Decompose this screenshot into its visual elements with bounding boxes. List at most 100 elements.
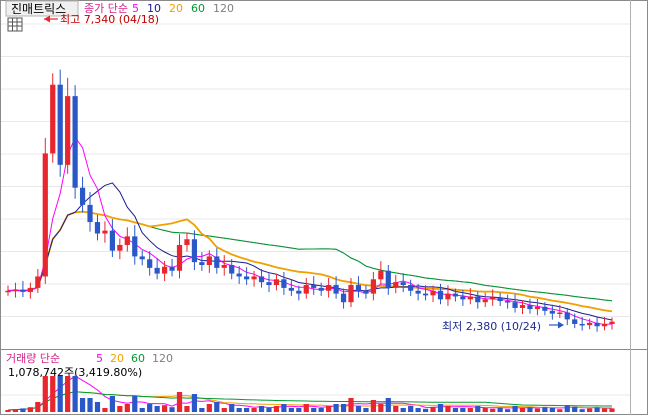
volume-bar	[311, 408, 317, 412]
volume-bar	[147, 404, 153, 412]
candle-body	[363, 290, 369, 294]
volume-bar	[430, 406, 436, 412]
candle-body	[534, 306, 541, 310]
volume-bar	[437, 404, 444, 412]
volume-bar	[572, 406, 578, 412]
candle-body	[184, 239, 190, 245]
volume-bar	[79, 398, 86, 412]
volume-bar	[497, 407, 503, 412]
candle-body	[273, 279, 280, 286]
candle-body	[311, 285, 317, 288]
candle-body	[460, 296, 466, 300]
volume-bar	[340, 404, 347, 412]
volume-bar	[400, 408, 406, 412]
volume-bar	[564, 405, 570, 412]
volume-bar	[57, 376, 63, 412]
volume-bar	[191, 394, 198, 412]
volume-bar	[42, 376, 48, 412]
volume-bar	[288, 408, 294, 412]
candle-body	[79, 187, 86, 205]
candle-body	[348, 285, 354, 303]
candle-body	[206, 256, 212, 265]
high-annotation: 최고 7,340 (04/18)	[44, 13, 159, 26]
candle-body	[303, 285, 309, 294]
volume-bar	[27, 407, 33, 412]
candle-body	[12, 289, 19, 292]
candle-body	[102, 230, 108, 234]
table-icon[interactable]	[7, 17, 23, 32]
candle-body	[20, 289, 26, 292]
volume-bar	[50, 376, 56, 412]
price-ma-period-20: 20	[169, 2, 183, 15]
volume-bar	[512, 406, 518, 412]
volume-bar	[460, 408, 466, 412]
volume-bar	[117, 406, 123, 412]
volume-bar	[184, 406, 190, 412]
candle-body	[94, 222, 101, 234]
candle-body	[147, 259, 153, 268]
candle-body	[482, 299, 488, 303]
volume-bar	[579, 409, 585, 412]
volume-bar	[206, 404, 212, 412]
volume-bar	[258, 406, 265, 412]
candle-body	[199, 262, 205, 265]
candle-body	[176, 244, 183, 271]
volume-bar	[12, 409, 19, 412]
candle-body	[244, 276, 250, 280]
volume-bar	[139, 408, 145, 412]
volume-bar	[527, 407, 533, 412]
volume-bar	[132, 396, 138, 412]
volume-ma-period-5: 5	[96, 352, 103, 365]
volume-bar	[542, 407, 548, 412]
volume-ma-period-20: 20	[110, 352, 124, 365]
candle-body	[385, 270, 391, 288]
price-ma-period-120: 120	[213, 2, 234, 15]
candle-body	[318, 287, 324, 291]
volume-bar	[326, 406, 332, 412]
volume-bar	[87, 398, 93, 412]
volume-bar	[229, 404, 235, 412]
volume-bar	[601, 408, 608, 412]
volume-bar	[534, 408, 541, 412]
volume-bar	[385, 398, 391, 412]
volume-bar	[199, 408, 205, 412]
volume-ma-period-60: 60	[131, 352, 145, 365]
candle-body	[572, 319, 578, 324]
volume-bar	[370, 400, 376, 412]
candle-body	[378, 270, 384, 280]
volume-bar	[318, 408, 324, 412]
candle-body	[594, 322, 600, 327]
candle-body	[35, 276, 41, 288]
candle-body	[288, 287, 294, 291]
stock-chart: 진매트릭스 종가 단순 5 10 20 60 120 최고 7,340 (04/18) …	[0, 0, 648, 415]
candle-body	[400, 282, 406, 286]
volume-bar	[161, 405, 168, 412]
price-ma-period-60: 60	[191, 2, 205, 15]
candle-body	[229, 265, 235, 274]
volume-bar	[214, 402, 220, 412]
volume-bar	[102, 408, 108, 412]
candle-body	[497, 297, 503, 302]
candle-body	[191, 239, 198, 263]
volume-bar	[273, 406, 280, 412]
candle-body	[393, 282, 399, 288]
candle-body	[50, 84, 56, 154]
candle-body	[326, 285, 332, 291]
candle-body	[296, 290, 302, 294]
candle-body	[430, 290, 436, 296]
candle-body	[564, 312, 570, 320]
volume-bar	[221, 408, 227, 412]
volume-bar	[422, 408, 429, 412]
candle-body	[109, 230, 116, 251]
candle-body	[5, 290, 11, 293]
volume-bar	[594, 407, 600, 412]
volume-bar	[236, 408, 242, 412]
candle-body	[490, 297, 496, 300]
volume-bar	[266, 408, 272, 412]
volume-bar	[452, 408, 459, 412]
candle-body	[370, 279, 376, 294]
candle-body	[579, 323, 585, 326]
volume-bar	[490, 408, 496, 412]
volume-bar	[504, 409, 511, 412]
low-label: 최저 2,380 (10/24)	[442, 320, 541, 333]
